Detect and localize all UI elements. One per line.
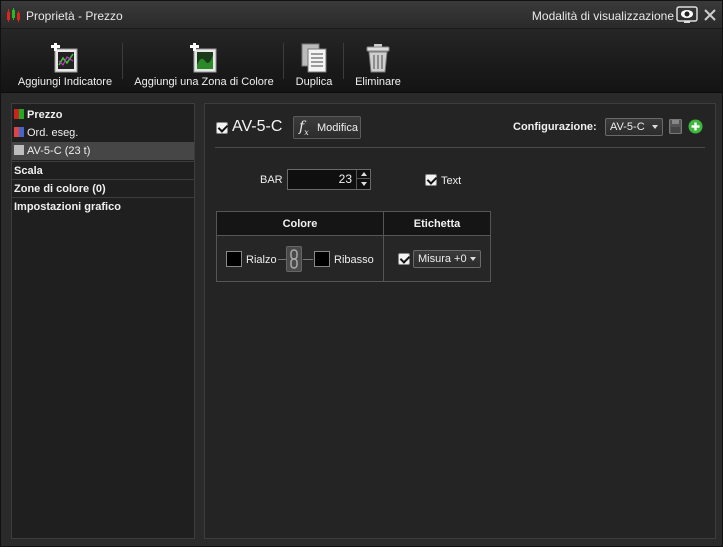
spin-down-button[interactable] [357,180,371,189]
spin-up-button[interactable] [357,170,371,179]
candlestick-swatch-icon [14,109,24,119]
delete-label: Eliminare [355,76,401,88]
header-divider [215,147,705,148]
down-color-swatch[interactable] [314,251,330,267]
sidebar-section-label: Zone di colore (0) [14,183,106,195]
window-title: Proprietà - Prezzo [26,9,123,23]
add-color-zone-icon [190,43,217,73]
label-column-header: Etichetta [384,212,490,236]
eye-view-mode-icon[interactable] [676,5,698,25]
chevron-down-icon [652,125,658,129]
up-label: Rialzo [246,254,277,266]
toolbar: Aggiungi Indicatore Aggiungi una Zona di… [1,29,722,93]
chain-link-icon [290,249,298,269]
bar-label: BAR [260,174,283,186]
color-column-header: Colore [217,212,383,236]
sidebar-item-label: Prezzo [27,109,63,121]
sidebar-section-label: Impostazioni grafico [14,201,121,213]
sidebar-section-color-zones[interactable]: Zone di colore (0) [12,179,194,198]
view-mode-label: Modalità di visualizzazione [531,9,674,23]
delete-button[interactable]: Eliminare [349,29,407,93]
edit-button[interactable]: fx Modifica [293,116,361,139]
add-color-zone-label: Aggiungi una Zona di Colore [134,76,274,88]
down-label: Ribasso [334,254,374,266]
add-indicator-icon [51,43,78,73]
configuration-label: Configurazione: [513,121,597,133]
configuration-select[interactable]: AV-5-C [605,118,663,136]
title-bar: Proprietà - Prezzo Modalità di visualizz… [1,1,722,29]
order-swatch-icon [14,127,24,137]
sidebar-section-label: Scala [14,165,43,177]
sidebar-section-chart-settings[interactable]: Impostazioni grafico [12,197,194,216]
sidebar-item-label: Ord. eseg. [27,127,79,139]
candlestick-app-icon [7,8,20,22]
style-table: Colore Etichetta Rialzo Ribasso Misura +… [216,211,491,282]
indicator-name: AV-5-C [232,118,283,135]
text-label: Text [441,175,462,187]
edit-button-label: Modifica [317,122,358,134]
sidebar-tree: Prezzo Ord. eseg. AV-5-C (23 t) Scala Zo… [11,103,195,539]
properties-window: Proprietà - Prezzo Modalità di visualizz… [0,0,723,547]
add-indicator-button[interactable]: Aggiungi Indicatore [15,29,115,93]
indicator-enabled-checkbox[interactable] [216,122,228,134]
sidebar-item-ord-eseg[interactable]: Ord. eseg. [12,124,194,142]
up-color-swatch[interactable] [226,251,242,267]
link-connector [278,259,286,260]
chevron-down-icon [470,257,476,261]
table-column-divider [383,212,384,281]
sidebar-item-label: AV-5-C (23 t) [27,145,91,157]
add-color-zone-button[interactable]: Aggiungi una Zona di Colore [132,29,276,93]
toolbar-separator [343,43,344,79]
duplicate-label: Duplica [295,76,333,88]
indicator-settings-panel: AV-5-C fx Modifica Configurazione: AV-5-… [204,103,716,539]
sidebar-item-av-5-c[interactable]: AV-5-C (23 t) [12,142,194,160]
link-connector [303,259,313,260]
link-colors-button[interactable] [286,246,302,272]
sidebar-item-prezzo[interactable]: Prezzo [12,106,194,124]
save-disk-icon[interactable] [669,119,682,134]
bar-spinner [356,170,371,189]
close-icon[interactable] [702,7,718,23]
function-fx-icon: fx [299,119,309,137]
add-indicator-label: Aggiungi Indicatore [17,76,113,88]
label-measure-select[interactable]: Misura +0 [413,250,481,268]
sidebar-section-scala[interactable]: Scala [12,161,194,180]
trash-icon [366,44,390,73]
gray-swatch-icon [14,145,24,155]
label-enabled-checkbox[interactable] [398,253,410,265]
toolbar-separator [283,43,284,79]
text-checkbox[interactable] [425,174,437,186]
add-configuration-icon[interactable] [688,119,703,134]
duplicate-icon [301,43,327,73]
label-measure-value: Misura +0 [418,253,467,265]
configuration-value: AV-5-C [610,121,645,133]
toolbar-separator [122,43,123,79]
duplicate-button[interactable]: Duplica [290,29,338,93]
